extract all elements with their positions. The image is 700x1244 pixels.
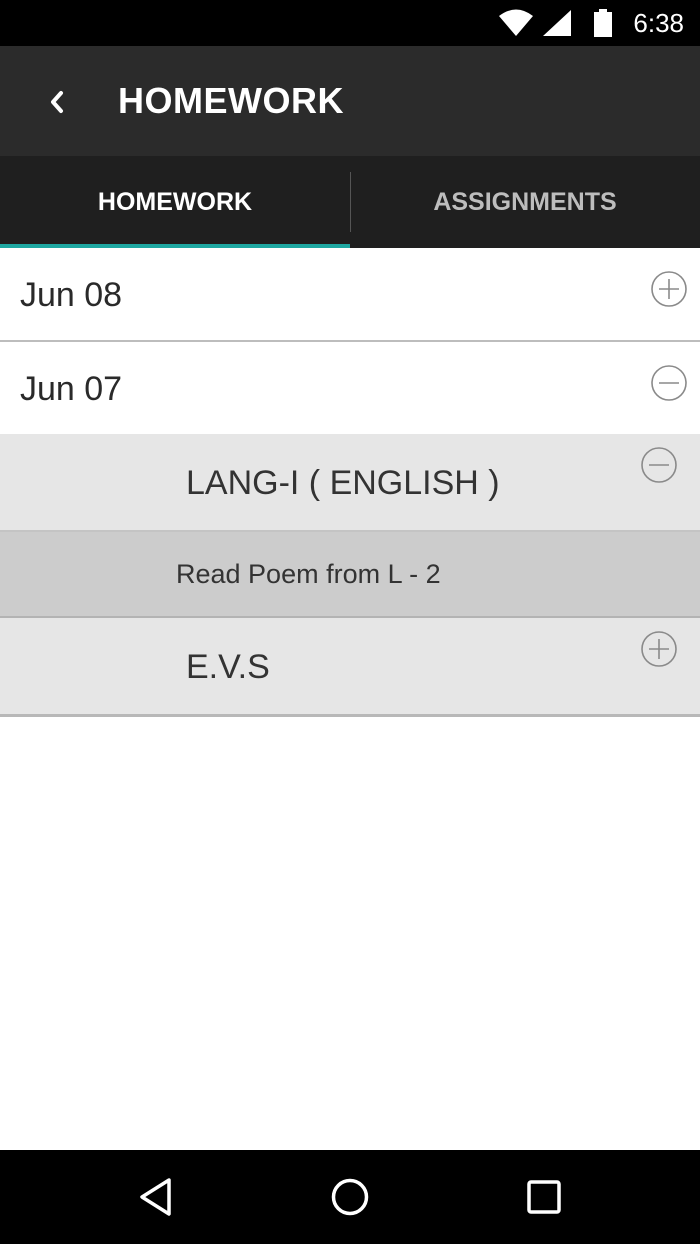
recents-nav-icon[interactable] (519, 1172, 569, 1222)
page-title: HOMEWORK (118, 80, 344, 121)
date-group-jun08[interactable]: Jun 08 (0, 248, 700, 342)
tab-homework[interactable]: HOMEWORK (0, 156, 350, 248)
collapse-minus-icon[interactable] (640, 446, 678, 489)
wifi-icon (498, 9, 534, 42)
expand-plus-icon[interactable] (650, 270, 688, 313)
back-chevron-icon (51, 91, 63, 113)
collapse-minus-icon[interactable] (650, 364, 688, 407)
date-label: Jun 07 (20, 370, 123, 408)
tab-bar: HOMEWORK ASSIGNMENTS (0, 156, 700, 248)
app-bar: HOMEWORK (0, 46, 700, 156)
expand-plus-icon[interactable] (640, 630, 678, 673)
homework-item-text: Read Poem from L - 2 (176, 559, 441, 589)
battery-icon (594, 9, 612, 42)
status-bar: 6:38 (0, 0, 700, 46)
subject-row-evs[interactable]: E.V.S (0, 618, 700, 717)
subject-row-lang-english[interactable]: LANG-I ( ENGLISH ) (0, 434, 700, 532)
date-label: Jun 08 (20, 276, 123, 314)
tab-assignments[interactable]: ASSIGNMENTS (350, 156, 700, 248)
homework-item: Read Poem from L - 2 (0, 532, 700, 618)
date-group-jun07[interactable]: Jun 07 (0, 342, 700, 434)
homework-list: Jun 08 Jun 07 LANG-I ( ENGLISH ) Read Po… (0, 248, 700, 717)
clock: 6:38 (633, 8, 684, 38)
signal-icon (542, 9, 572, 42)
back-nav-icon[interactable] (131, 1172, 181, 1222)
system-nav-bar (0, 1150, 700, 1244)
subject-label: E.V.S (186, 648, 270, 686)
home-nav-icon[interactable] (325, 1172, 375, 1222)
back-button[interactable] (36, 80, 76, 124)
subject-label: LANG-I ( ENGLISH ) (186, 464, 500, 502)
